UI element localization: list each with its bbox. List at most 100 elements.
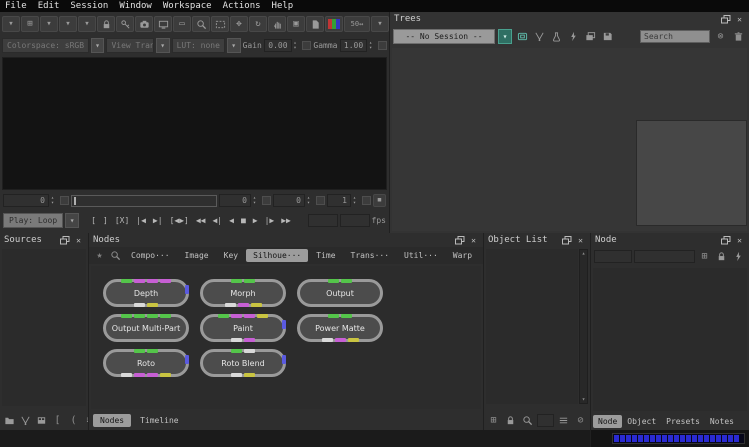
node-item-output-multi-part[interactable]: Output Multi-Part xyxy=(103,314,189,342)
scroll-up-icon[interactable]: ▴ xyxy=(582,250,586,257)
gain-reset-button[interactable] xyxy=(302,41,311,50)
lock-icon[interactable] xyxy=(714,250,729,264)
chevron-down-icon[interactable]: ▾ xyxy=(227,38,241,53)
film-icon[interactable] xyxy=(34,413,49,427)
tab-key[interactable]: Key xyxy=(217,249,245,262)
close-icon[interactable]: ✕ xyxy=(734,14,745,24)
tab-compo[interactable]: Compo··· xyxy=(124,249,177,262)
object-search-field[interactable] xyxy=(537,414,554,427)
tab-node[interactable]: Node xyxy=(593,415,622,428)
frame-rect-icon[interactable]: ▭ xyxy=(173,16,191,32)
viewport-icon[interactable] xyxy=(515,29,530,43)
trim-in-icon[interactable]: [ xyxy=(50,413,65,427)
tab-silhoue[interactable]: Silhoue··· xyxy=(246,249,308,262)
transport-button-4[interactable]: ▶| xyxy=(151,216,165,225)
menu-edit[interactable]: Edit xyxy=(38,1,60,11)
transport-button-1[interactable]: ] xyxy=(101,216,110,225)
transport-button-10[interactable]: ▶ xyxy=(251,216,260,225)
tree-icon[interactable] xyxy=(532,29,547,43)
trash-icon[interactable] xyxy=(731,29,746,43)
close-icon[interactable]: ✕ xyxy=(734,235,745,245)
add-box-icon[interactable]: ⊞ xyxy=(486,413,501,427)
tab-presets[interactable]: Presets xyxy=(661,415,705,428)
rotate-icon[interactable]: ↻ xyxy=(249,16,267,32)
close-icon[interactable]: ✕ xyxy=(468,235,479,245)
menu-actions[interactable]: Actions xyxy=(223,1,261,11)
menu-window[interactable]: Window xyxy=(119,1,152,11)
tab-timeline[interactable]: Timeline xyxy=(133,414,186,427)
quad-view-icon[interactable]: ⊞ xyxy=(21,16,39,32)
node-item-depth[interactable]: Depth xyxy=(103,279,189,307)
bolt-icon[interactable] xyxy=(566,29,581,43)
transport-button-7[interactable]: ◀| xyxy=(210,216,224,225)
trim-out-icon[interactable]: ( xyxy=(66,413,81,427)
chevron-down-icon[interactable]: ▾ xyxy=(59,16,77,32)
node-name-field[interactable] xyxy=(634,250,695,263)
transport-button-0[interactable]: [ xyxy=(89,216,98,225)
flask-icon[interactable] xyxy=(549,29,564,43)
step-reset-button[interactable] xyxy=(362,196,371,205)
chevron-down-icon[interactable]: ▾ xyxy=(2,16,20,32)
node-item-output[interactable]: Output xyxy=(297,279,383,307)
transport-button-8[interactable]: ◀ xyxy=(227,216,236,225)
float-panel-icon[interactable] xyxy=(720,14,731,24)
view-transform-dropdown[interactable]: View Trans xyxy=(106,38,153,53)
node-item-roto[interactable]: Roto xyxy=(103,349,189,377)
float-panel-icon[interactable] xyxy=(720,235,731,245)
transport-button-2[interactable]: [X] xyxy=(113,216,131,225)
marquee-icon[interactable] xyxy=(211,16,229,32)
chevron-down-icon[interactable]: ▾ xyxy=(156,38,170,53)
slider-cursor[interactable] xyxy=(74,197,76,205)
step-stepper[interactable]: ▴▾ xyxy=(353,196,360,206)
object-list[interactable] xyxy=(486,249,578,404)
nodes-content[interactable]: DepthMorphOutputOutput Multi-PartPaintPo… xyxy=(91,266,481,409)
colorspace-dropdown[interactable]: Colorspace: sRGB xyxy=(2,38,89,53)
step-field[interactable]: 1 xyxy=(327,194,351,207)
transport-button-9[interactable]: ■ xyxy=(239,216,248,225)
frame-stepper[interactable]: ▴▾ xyxy=(51,196,58,206)
timeline-slider[interactable] xyxy=(71,195,217,207)
tree-icon[interactable] xyxy=(18,413,33,427)
overlay-rect-icon[interactable]: ▣ xyxy=(287,16,305,32)
close-icon[interactable]: ✕ xyxy=(575,235,586,245)
play-mode-dropdown[interactable]: Play: Loop xyxy=(3,213,63,228)
node-type-field[interactable] xyxy=(594,250,632,263)
tab-object[interactable]: Object xyxy=(622,415,661,428)
viewer-canvas[interactable] xyxy=(2,57,387,190)
save-icon[interactable] xyxy=(600,29,615,43)
frame-marker-icon[interactable]: ▪ xyxy=(373,194,386,207)
node-properties-content[interactable] xyxy=(593,268,747,411)
out-reset-button[interactable] xyxy=(316,196,325,205)
float-panel-icon[interactable] xyxy=(454,235,465,245)
out-field[interactable]: 0 xyxy=(273,194,305,207)
in-reset-button[interactable] xyxy=(262,196,271,205)
frame-reset-button[interactable] xyxy=(60,196,69,205)
trees-content[interactable] xyxy=(392,48,747,231)
bolt-icon[interactable] xyxy=(731,250,746,264)
images-icon[interactable] xyxy=(583,29,598,43)
gamma-stepper[interactable]: ▴▾ xyxy=(369,41,376,51)
zoom-50-icon[interactable]: 50↔ xyxy=(344,16,370,32)
gain-stepper[interactable]: ▴▾ xyxy=(294,41,301,51)
gain-field[interactable]: 0.00 xyxy=(264,39,292,52)
camera-icon[interactable] xyxy=(135,16,153,32)
chevron-down-icon[interactable]: ▾ xyxy=(498,29,512,44)
tab-trans[interactable]: Trans··· xyxy=(344,249,397,262)
add-box-icon[interactable]: ⊞ xyxy=(697,250,712,264)
session-dropdown[interactable]: -- No Session -- xyxy=(393,29,495,44)
favorites-star-icon[interactable]: ★ xyxy=(92,249,107,263)
sources-list[interactable] xyxy=(2,249,86,406)
menu-file[interactable]: File xyxy=(5,1,27,11)
import-icon[interactable] xyxy=(2,413,17,427)
key-icon[interactable] xyxy=(116,16,134,32)
search-nodes-icon[interactable] xyxy=(108,249,123,263)
lut-dropdown[interactable]: LUT: none xyxy=(172,38,225,53)
gamma-field[interactable]: 1.00 xyxy=(340,39,368,52)
tab-warp[interactable]: Warp xyxy=(446,249,479,262)
tab-image[interactable]: Image xyxy=(178,249,216,262)
node-item-power-matte[interactable]: Power Matte xyxy=(297,314,383,342)
out-stepper[interactable]: ▴▾ xyxy=(307,196,314,206)
scroll-down-icon[interactable]: ▾ xyxy=(582,396,586,403)
node-item-morph[interactable]: Morph xyxy=(200,279,286,307)
lock-icon[interactable] xyxy=(97,16,115,32)
